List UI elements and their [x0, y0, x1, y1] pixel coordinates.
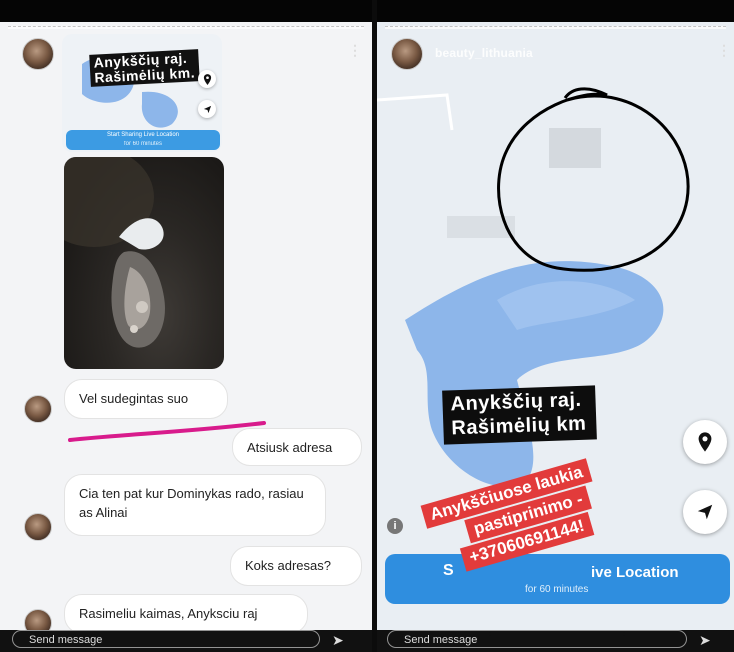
avatar[interactable]	[22, 38, 54, 70]
story-progress-bar	[8, 26, 364, 29]
right-story-panel: beauty_lithuania ⋮ Anykščių raj. Rašimėl…	[377, 0, 734, 652]
map-location-tag: Anykščių raj. Rašimėlių km.	[89, 49, 200, 87]
send-message-placeholder: Send message	[29, 634, 103, 646]
map-tag-line-2: Rašimėlių km	[451, 412, 587, 440]
message-text: Vel sudegintas suo	[79, 391, 189, 406]
message-text: Koks adresas?	[245, 558, 331, 573]
message-bubble-received: Cia ten pat kur Dominykas rado, rasiau a…	[64, 474, 326, 536]
send-arrow-icon[interactable]: ➤	[332, 632, 344, 649]
send-arrow-icon[interactable]: ➤	[699, 632, 711, 649]
more-options-icon[interactable]: ⋮	[717, 42, 731, 59]
photo-content	[64, 157, 165, 348]
message-bubble-sent: Atsiusk adresa	[232, 428, 362, 466]
info-icon[interactable]: i	[387, 518, 403, 534]
avatar[interactable]	[24, 513, 52, 541]
message-bubble-sent: Koks adresas?	[230, 546, 362, 586]
username[interactable]: beauty_lithuania	[435, 46, 533, 60]
send-message-placeholder: Send message	[404, 634, 478, 646]
live-button-label: Start Sharing Live Location	[106, 132, 180, 138]
top-status-bar	[0, 0, 372, 22]
avatar[interactable]	[24, 395, 52, 423]
message-bubble-received: Rasimeliu kaimas, Anyksciu raj	[64, 594, 308, 634]
left-story-panel: beauty_lithuania ⋮ Anykščių raj. Rašimėl…	[0, 0, 372, 652]
more-options-icon[interactable]: ⋮	[348, 42, 362, 59]
burned-animal-photo[interactable]	[64, 157, 224, 369]
send-message-input[interactable]: Send message	[387, 630, 687, 648]
share-live-location-button[interactable]: Start Sharing Live Location for 60 minut…	[66, 130, 220, 150]
message-text: Cia ten pat kur Dominykas rado, rasiau a…	[79, 486, 304, 520]
message-bubble-received: Vel sudegintas suo	[64, 379, 228, 419]
map-location-tag: Anykščių raj. Rašimėlių km	[442, 385, 597, 445]
message-text: Atsiusk adresa	[247, 440, 333, 455]
navigation-arrow-icon[interactable]	[198, 100, 216, 118]
live-button-sublabel: for 60 minutes	[123, 141, 163, 147]
send-message-input[interactable]: Send message	[12, 630, 320, 648]
map-pin-icon[interactable]	[198, 70, 216, 88]
message-text: Rasimeliu kaimas, Anyksciu raj	[79, 606, 258, 621]
avatar[interactable]	[391, 38, 423, 70]
